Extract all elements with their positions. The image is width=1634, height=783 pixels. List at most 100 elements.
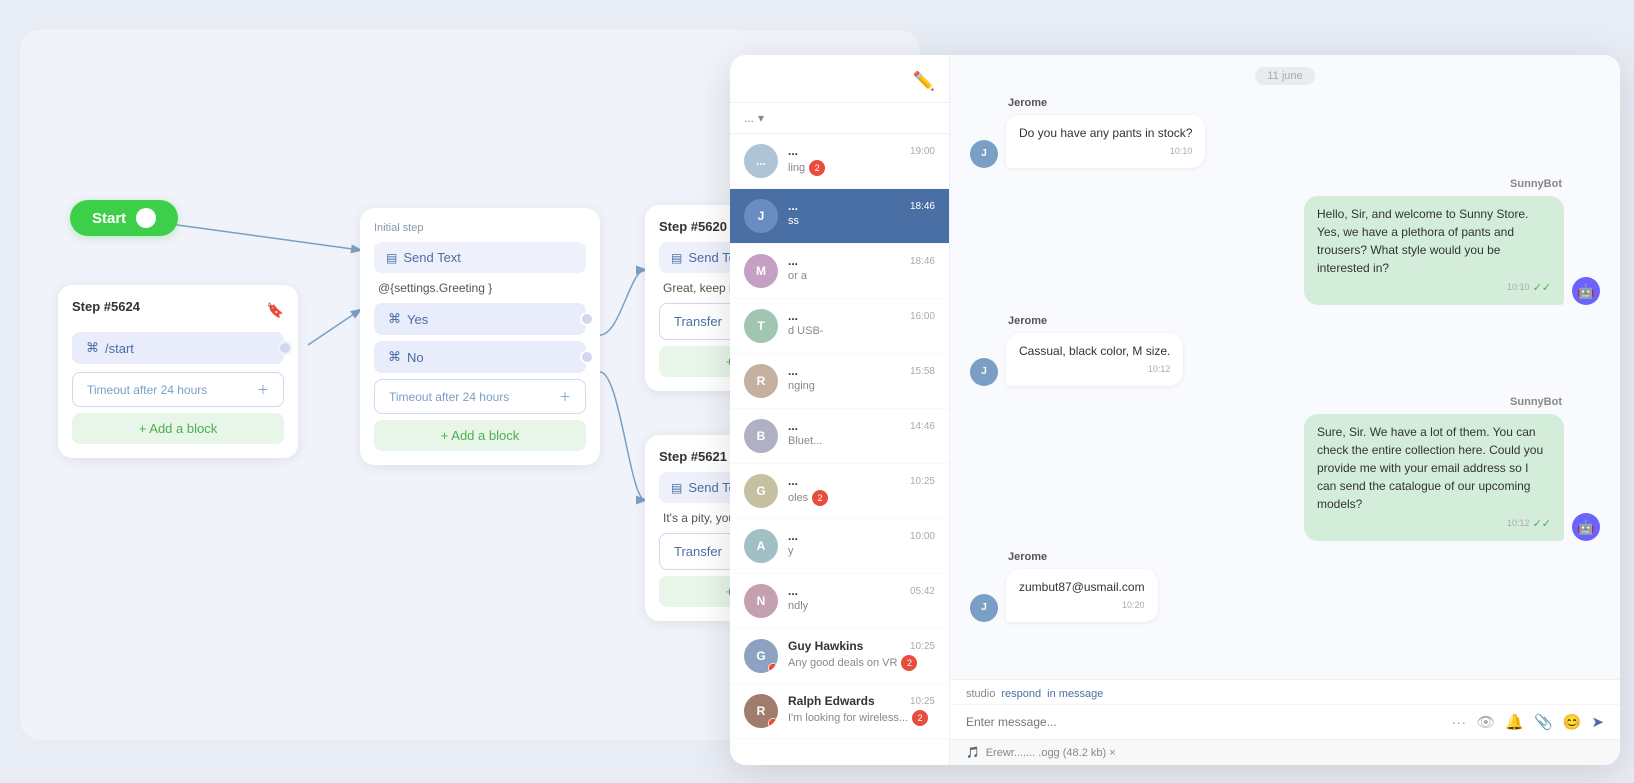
- timeout-5624-btn[interactable]: Timeout after 24 hours ＋: [72, 372, 284, 407]
- avatar: G: [744, 474, 778, 508]
- send-text-icon-initial: ▤: [386, 251, 397, 265]
- bot-avatar-2: 🤖: [1572, 513, 1600, 541]
- list-item[interactable]: B ... 14:46 Bluet...: [730, 409, 949, 464]
- message-group-bot-1: SunnyBot 🤖 Hello, Sir, and welcome to Su…: [970, 178, 1600, 306]
- chat-item-time: 15:58: [910, 366, 935, 377]
- chat-item-info: ... 18:46 or a: [788, 254, 935, 282]
- initial-greeting-content: @{settings.Greeting }: [374, 281, 586, 295]
- eye-icon[interactable]: 👁: [1476, 713, 1495, 731]
- timeout-initial-plus: ＋: [559, 388, 571, 405]
- unread-badge: 2: [812, 490, 828, 506]
- filter-dropdown[interactable]: ... ▾: [730, 103, 949, 134]
- start-node[interactable]: Start: [70, 200, 178, 236]
- message-group-1: Jerome J Do you have any pants in stock?…: [970, 97, 1600, 168]
- message-group-3: Jerome J zumbut87@usmail.com 10:20: [970, 551, 1600, 622]
- avatar: A: [744, 529, 778, 563]
- time-1: 10:10: [1019, 145, 1192, 159]
- message-row-2: J Cassual, black color, M size. 10:12: [970, 333, 1600, 386]
- add-block-5624-btn[interactable]: + Add a block: [72, 413, 284, 444]
- guy-time: 10:25: [910, 641, 935, 652]
- chat-item-name: ...: [788, 474, 798, 488]
- step-5624-number: Step #5624: [72, 299, 140, 314]
- timeout-initial-label: Timeout after 24 hours: [389, 390, 509, 404]
- ralph-preview: I'm looking for wireless... 2: [788, 710, 935, 726]
- send-text-icon-5620: ▤: [671, 251, 682, 265]
- chat-sidebar: ✏️ ... ▾ ... ... 19:00 ling2: [730, 55, 950, 765]
- list-item[interactable]: ... ... 19:00 ling2: [730, 134, 949, 189]
- checkmarks-2: ✓✓: [1533, 516, 1551, 533]
- list-item-active[interactable]: J ... 18:46 ss: [730, 189, 949, 244]
- timeout-initial-btn[interactable]: Timeout after 24 hours ＋: [374, 379, 586, 414]
- jerome-avatar-3: J: [970, 594, 998, 622]
- chat-sidebar-header: ✏️: [730, 55, 949, 103]
- studio-label: studio: [966, 688, 995, 700]
- command-start-btn[interactable]: ⌘ /start: [72, 332, 284, 364]
- message-group-2: Jerome J Cassual, black color, M size. 1…: [970, 315, 1600, 386]
- chat-item-info-guy: Guy Hawkins 10:25 Any good deals on VR 2: [788, 639, 935, 671]
- start-toggle[interactable]: [136, 208, 156, 228]
- no-icon: ⌘: [388, 349, 401, 365]
- chat-item-preview: Bluet...: [788, 435, 935, 447]
- no-label: No: [407, 350, 424, 365]
- transfer-5621-label: Transfer: [674, 544, 722, 559]
- chat-item-preview: d USB-: [788, 325, 935, 337]
- attachment-icon[interactable]: 📎: [1534, 713, 1553, 731]
- list-item[interactable]: G ... 10:25 oles2: [730, 464, 949, 519]
- time-bot-1: 10:10 ✓✓: [1317, 280, 1551, 297]
- chat-item-name: ...: [788, 419, 798, 433]
- bot-avatar-1: 🤖: [1572, 277, 1600, 305]
- chat-footer-top: studio respond in message: [950, 680, 1620, 705]
- chat-list: ... ... 19:00 ling2 J ... 18:46: [730, 134, 949, 765]
- sender-jerome-3: Jerome: [970, 551, 1600, 563]
- list-item[interactable]: T ... 16:00 d USB-: [730, 299, 949, 354]
- messages-area: Jerome J Do you have any pants in stock?…: [950, 97, 1620, 679]
- initial-step-title: Initial step: [374, 222, 586, 234]
- unread-badge: 2: [809, 160, 825, 176]
- avatar: J: [744, 199, 778, 233]
- avatar: B: [744, 419, 778, 453]
- timeout-plus-icon: ＋: [257, 381, 269, 398]
- emoji-icon[interactable]: 😊: [1563, 713, 1582, 731]
- dots-icon[interactable]: ···: [1451, 714, 1466, 731]
- chat-item-info: ... 16:00 d USB-: [788, 309, 935, 337]
- chat-item-info: ... 10:25 oles2: [788, 474, 935, 506]
- time-3: 10:20: [1019, 599, 1145, 613]
- list-item-guy[interactable]: G 🔴 Guy Hawkins 10:25 Any good deals on …: [730, 629, 949, 684]
- avatar: R: [744, 364, 778, 398]
- ralph-name: Ralph Edwards: [788, 694, 875, 708]
- list-item[interactable]: R ... 15:58 nging: [730, 354, 949, 409]
- ralph-time: 10:25: [910, 696, 935, 707]
- chat-input[interactable]: [966, 715, 1443, 729]
- command-icon: ⌘: [86, 340, 99, 356]
- add-block-initial-label: + Add a block: [441, 428, 519, 443]
- list-item[interactable]: M ... 18:46 or a: [730, 244, 949, 299]
- chat-item-time: 10:25: [910, 476, 935, 487]
- chat-attachment-bar: 🎵 Erewr....... .ogg (48.2 kb) ×: [950, 739, 1620, 765]
- sender-jerome-1: Jerome: [970, 97, 1600, 109]
- bubble-1: Do you have any pants in stock? 10:10: [1006, 115, 1205, 168]
- date-badge: 11 june: [1255, 67, 1314, 85]
- no-option-btn[interactable]: ⌘ No: [374, 341, 586, 373]
- add-block-initial-btn[interactable]: + Add a block: [374, 420, 586, 451]
- bell-icon[interactable]: 🔔: [1505, 713, 1524, 731]
- list-item-ralph[interactable]: R 🔴 Ralph Edwards 10:25 I'm looking for …: [730, 684, 949, 739]
- avatar-guy: G 🔴: [744, 639, 778, 673]
- chat-item-preview: oles2: [788, 490, 935, 506]
- send-text-icon-5621: ▤: [671, 481, 682, 495]
- chat-item-time: 05:42: [910, 586, 935, 597]
- unread-badge-guy: 2: [901, 655, 917, 671]
- yes-option-btn[interactable]: ⌘ Yes: [374, 303, 586, 335]
- attachment-filename: Erewr....... .ogg (48.2 kb) ×: [986, 747, 1116, 759]
- list-item[interactable]: N ... 05:42 ndly: [730, 574, 949, 629]
- chat-item-preview: nging: [788, 380, 935, 392]
- bubble-3: zumbut87@usmail.com 10:20: [1006, 569, 1158, 622]
- avatar: M: [744, 254, 778, 288]
- chat-item-time: 19:00: [910, 146, 935, 157]
- message-text-bot-2: Sure, Sir. We have a lot of them. You ca…: [1317, 425, 1543, 511]
- send-button[interactable]: ➤: [1591, 713, 1604, 731]
- in-message-label: in message: [1047, 688, 1103, 700]
- list-item[interactable]: A ... 10:00 y: [730, 519, 949, 574]
- sender-sunnybot-1: SunnyBot: [970, 178, 1600, 190]
- yes-dot: [580, 312, 594, 326]
- compose-icon[interactable]: ✏️: [913, 71, 935, 92]
